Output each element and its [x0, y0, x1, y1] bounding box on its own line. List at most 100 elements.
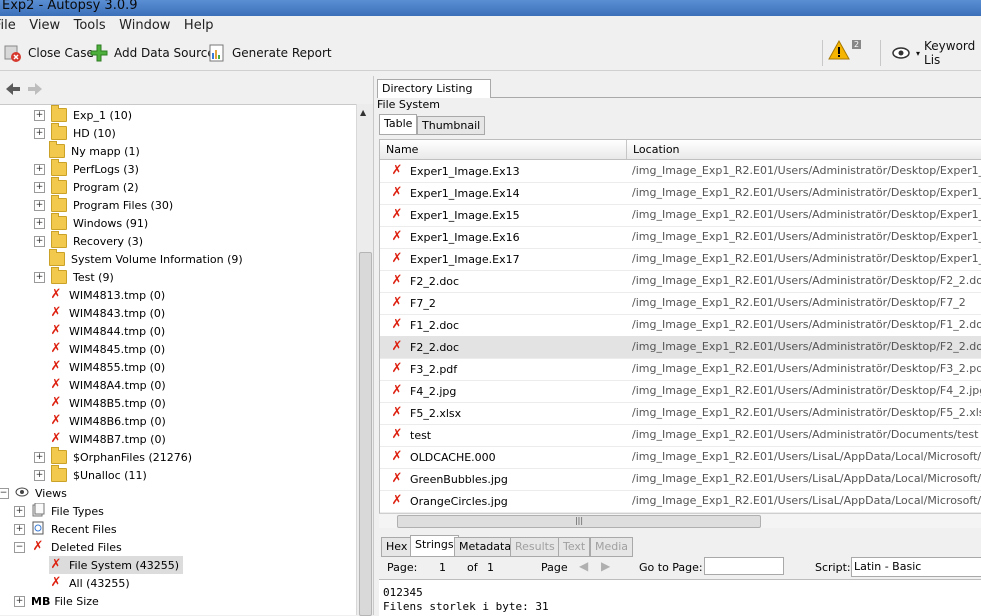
file-table[interactable]: Name Location ✗ Exper1_Image.Ex13/img_Ima…: [379, 139, 981, 515]
expand-icon[interactable]: +: [34, 127, 45, 139]
table-row[interactable]: ✗ OLDCACHE.000/img_Image_Exp1_R2.E01/User…: [380, 446, 981, 469]
warnings-button[interactable]: 2: [828, 39, 862, 62]
tab-thumbnail[interactable]: Thumbnail: [417, 116, 486, 135]
back-arrow-icon[interactable]: [4, 81, 22, 100]
expand-icon[interactable]: +: [34, 235, 45, 247]
tree-item-deleted-file[interactable]: ✗ WIM4845.tmp (0): [49, 340, 166, 358]
table-row[interactable]: ✗ F5_2.xlsx/img_Image_Exp1_R2.E01/Users/A…: [380, 402, 981, 425]
tree-item-folder[interactable]: + Test (9): [34, 267, 114, 286]
tree-item-all[interactable]: ✗ All (43255): [49, 574, 130, 592]
tree-item-folder[interactable]: + Windows (91): [34, 213, 148, 232]
add-data-source-button[interactable]: Add Data Source: [90, 42, 215, 64]
table-row[interactable]: ✗ Exper1_Image.Ex14/img_Image_Exp1_R2.E01…: [380, 182, 981, 205]
tree-item-file-system-selected[interactable]: ✗ File System (43255): [49, 556, 183, 574]
tree-item-deleted-file[interactable]: ✗ WIM4843.tmp (0): [49, 304, 166, 322]
expand-icon[interactable]: +: [34, 469, 45, 481]
table-row[interactable]: ✗ F7_2/img_Image_Exp1_R2.E01/Users/Admini…: [380, 292, 981, 315]
expand-icon[interactable]: +: [14, 523, 25, 535]
expand-icon[interactable]: +: [34, 271, 45, 283]
tab-hex[interactable]: Hex: [381, 537, 413, 557]
expand-icon[interactable]: +: [34, 199, 45, 211]
tree-item-deleted-file[interactable]: ✗ WIM4813.tmp (0): [49, 286, 166, 304]
tab-strings[interactable]: Strings: [410, 535, 459, 557]
close-case-button[interactable]: Close Case: [4, 42, 94, 64]
table-row[interactable]: ✗ F3_2.pdf/img_Image_Exp1_R2.E01/Users/Ad…: [380, 358, 981, 381]
expand-icon[interactable]: +: [34, 217, 45, 229]
tree-scrollbar[interactable]: ▲: [356, 104, 373, 616]
tab-directory-listing[interactable]: Directory Listing: [377, 79, 491, 98]
menu-window[interactable]: Window: [119, 16, 170, 36]
tree-item-orphan-files[interactable]: + $OrphanFiles (21276): [34, 447, 192, 466]
table-row[interactable]: ✗ Exper1_Image.Ex15/img_Image_Exp1_R2.E01…: [380, 204, 981, 227]
expand-icon[interactable]: +: [14, 505, 25, 517]
cell-location: /img_Image_Exp1_R2.E01/Users/LisaL/AppDa…: [632, 472, 981, 485]
table-row[interactable]: ✗ F2_2.doc/img_Image_Exp1_R2.E01/Users/Ad…: [380, 270, 981, 293]
table-row[interactable]: ✗ F4_2.jpg/img_Image_Exp1_R2.E01/Users/Ad…: [380, 380, 981, 403]
tree-item-unalloc[interactable]: + $Unalloc (11): [34, 465, 147, 484]
table-row[interactable]: ✗ OrangeCircles.jpg/img_Image_Exp1_R2.E01…: [380, 490, 981, 513]
menu-help[interactable]: Help: [184, 16, 214, 36]
collapse-icon[interactable]: −: [0, 487, 9, 499]
table-row[interactable]: ✗ Exper1_Image.Ex16/img_Image_Exp1_R2.E01…: [380, 226, 981, 249]
tree-item-folder[interactable]: System Volume Information (9): [49, 249, 243, 268]
keyword-lists-button[interactable]: ▾ Keyword Lis: [892, 39, 981, 67]
of-label: of: [467, 561, 478, 574]
script-select[interactable]: Latin - Basic: [851, 557, 981, 577]
collapse-icon[interactable]: −: [14, 541, 25, 553]
tab-results[interactable]: Results: [510, 537, 560, 557]
generate-report-button[interactable]: Generate Report: [208, 42, 332, 64]
strings-content[interactable]: 012345 Filens storlek i byte: 31: [379, 579, 981, 616]
tree-item-deleted-file[interactable]: ✗ WIM48B6.tmp (0): [49, 412, 166, 430]
expand-icon[interactable]: +: [34, 109, 45, 121]
table-row[interactable]: ✗ F2_2.doc/img_Image_Exp1_R2.E01/Users/Ad…: [380, 336, 981, 359]
expand-icon[interactable]: +: [34, 181, 45, 193]
tab-media[interactable]: Media: [590, 537, 634, 557]
scroll-thumb[interactable]: |||: [397, 515, 761, 528]
expand-icon[interactable]: +: [34, 451, 45, 463]
tree-item-folder[interactable]: + Program Files (30): [34, 195, 173, 214]
deleted-file-icon: ✗: [391, 185, 403, 200]
tree-item-folder[interactable]: + PerfLogs (3): [34, 159, 139, 178]
tree-item-deleted-file[interactable]: ✗ WIM48B5.tmp (0): [49, 394, 166, 412]
expand-icon[interactable]: +: [34, 163, 45, 175]
tab-text[interactable]: Text: [558, 537, 591, 557]
tab-table[interactable]: Table: [379, 114, 418, 135]
menu-file[interactable]: File: [0, 16, 16, 36]
tree-item-file-size[interactable]: + MB File Size: [14, 592, 99, 610]
expand-icon[interactable]: +: [14, 595, 25, 607]
next-page-icon[interactable]: ▶: [601, 559, 610, 573]
goto-page-input[interactable]: [704, 557, 784, 575]
column-header-name[interactable]: Name: [380, 140, 627, 159]
tree-item-folder[interactable]: + Program (2): [34, 177, 139, 196]
table-row[interactable]: ✗ Exper1_Image.Ex13/img_Image_Exp1_R2.E01…: [380, 160, 981, 183]
tree-item-folder[interactable]: + Recovery (3): [34, 231, 143, 250]
table-row[interactable]: ✗ F1_2.doc/img_Image_Exp1_R2.E01/Users/Ad…: [380, 314, 981, 337]
tree-item-file-types[interactable]: + File Types: [14, 502, 104, 520]
tab-metadata[interactable]: Metadata: [454, 537, 517, 557]
page-label: Page:: [387, 561, 418, 574]
prev-page-icon[interactable]: ◀: [579, 559, 588, 573]
table-row[interactable]: ✗ Exper1_Image.Ex17/img_Image_Exp1_R2.E01…: [380, 248, 981, 271]
table-row[interactable]: ✗ GreenBubbles.jpg/img_Image_Exp1_R2.E01/…: [380, 468, 981, 491]
tree-view[interactable]: + Exp_1 (10) + HD (10) Ny mapp (1) + PerfLo…: [0, 104, 356, 615]
table-hscrollbar[interactable]: |||: [379, 513, 981, 528]
folder-icon: [51, 465, 67, 482]
tree-item-folder[interactable]: + Exp_1 (10): [34, 105, 132, 124]
tree-item-deleted-files[interactable]: − ✗ Deleted Files: [14, 538, 122, 556]
table-row[interactable]: ✗ test/img_Image_Exp1_R2.E01/Users/Admini…: [380, 424, 981, 447]
tree-item-folder[interactable]: + HD (10): [34, 123, 116, 142]
strings-toolbar: Page: 1 of 1 Page ◀ ▶ Go to Page: Script…: [379, 555, 981, 581]
tree-item-deleted-file[interactable]: ✗ WIM48B7.tmp (0): [49, 430, 166, 448]
menu-tools[interactable]: Tools: [74, 16, 106, 36]
tree-item-deleted-file[interactable]: ✗ WIM4844.tmp (0): [49, 322, 166, 340]
tree-item-deleted-file[interactable]: ✗ WIM48A4.tmp (0): [49, 376, 166, 394]
column-header-location[interactable]: Location: [627, 140, 981, 159]
scroll-thumb[interactable]: [359, 252, 372, 616]
tree-item-recent-files[interactable]: + Recent Files: [14, 520, 117, 538]
menu-view[interactable]: View: [29, 16, 60, 36]
tree-item-deleted-file[interactable]: ✗ WIM4855.tmp (0): [49, 358, 166, 376]
forward-arrow-icon[interactable]: [26, 81, 44, 100]
tree-item-folder[interactable]: Ny mapp (1): [49, 141, 140, 160]
tree-item-views[interactable]: − Views: [0, 484, 67, 502]
scroll-up-icon[interactable]: ▲: [360, 108, 366, 117]
